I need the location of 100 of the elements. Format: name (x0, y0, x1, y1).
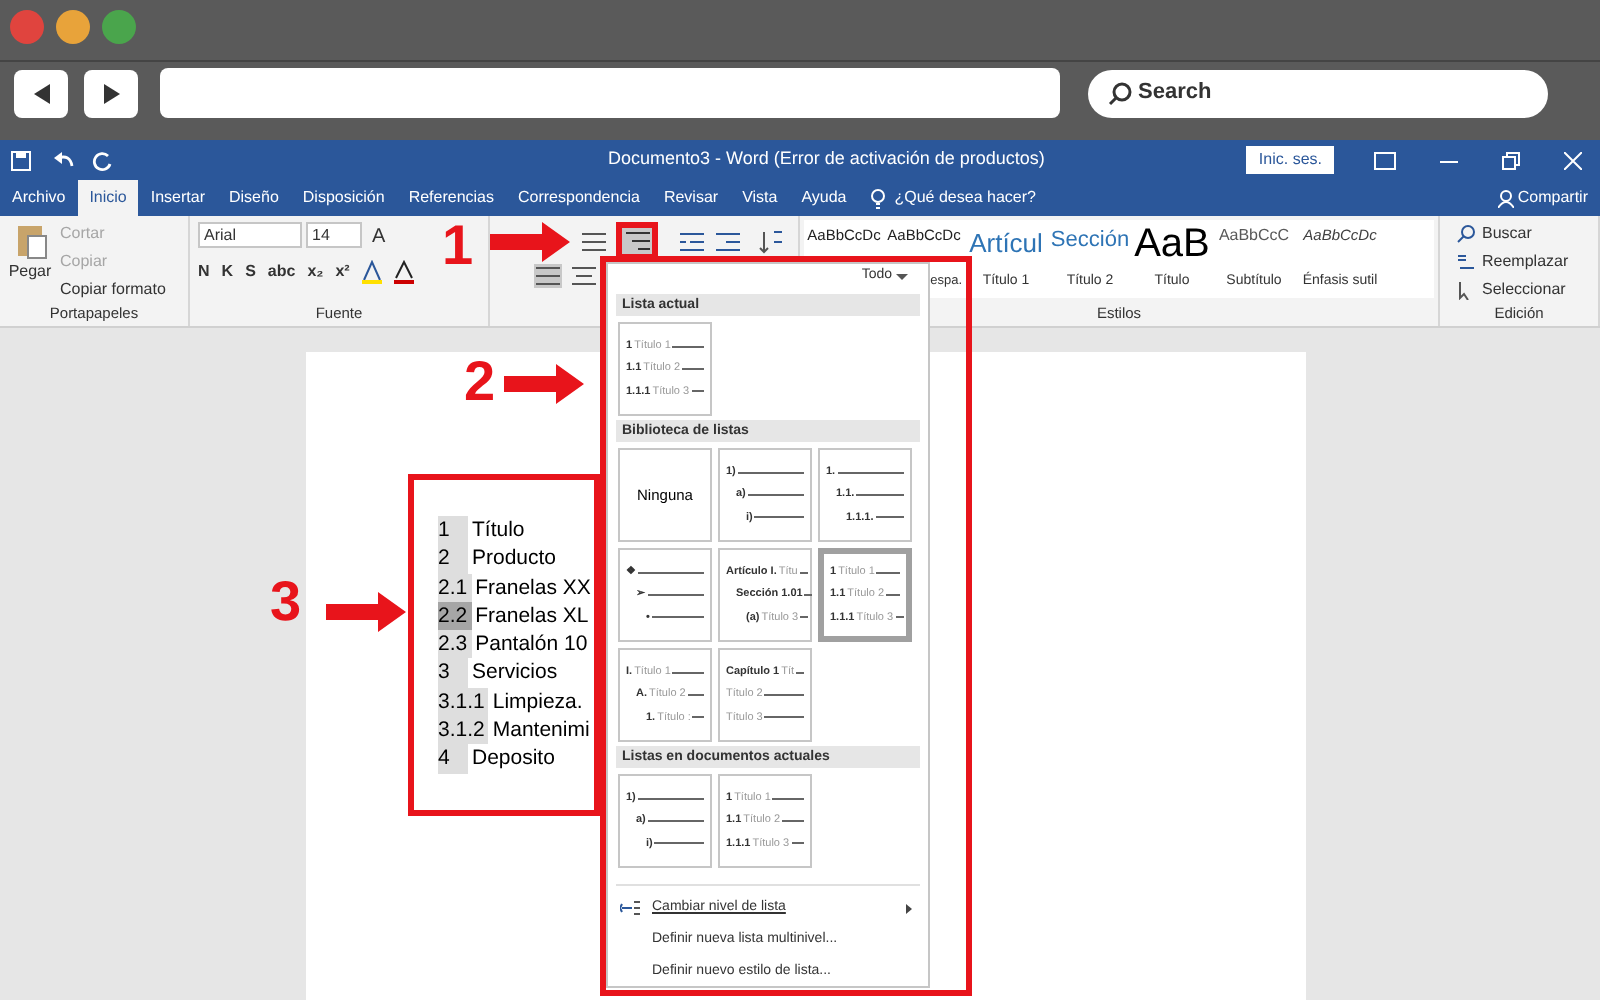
ribbon-tab[interactable]: Referencias (396, 180, 506, 216)
level-line (754, 516, 804, 519)
ribbon-tab[interactable]: Vista (730, 180, 790, 216)
list-text: Pantalón 10 (475, 630, 588, 659)
tell-me-field[interactable]: ¿Qué desea hacer? (886, 180, 1044, 216)
close-icon[interactable] (1564, 151, 1582, 169)
format-button[interactable]: N (198, 260, 210, 284)
redo-icon[interactable] (92, 149, 114, 171)
level-line (772, 797, 804, 800)
list-number: 2.2 (438, 601, 472, 631)
list-number: 2.3 (438, 630, 472, 659)
style-preview[interactable]: Sección (1050, 224, 1130, 257)
ribbon-tab[interactable]: Inicio (77, 180, 139, 216)
format-button[interactable]: x₂ (307, 260, 324, 284)
level-line (782, 820, 804, 822)
level-line (691, 390, 704, 393)
clipboard-command[interactable]: Copiar formato (60, 278, 166, 302)
decrease-indent-icon[interactable] (678, 229, 706, 253)
search-placeholder: Search (1138, 78, 1212, 109)
level-line (654, 842, 704, 845)
level-line (647, 820, 704, 822)
level-line (648, 594, 704, 596)
align-center-icon[interactable] (570, 264, 598, 288)
list-text: Franelas XL (475, 601, 589, 631)
level-line (875, 516, 904, 519)
format-button[interactable]: K (221, 260, 234, 284)
font-size-field[interactable]: 14 (306, 222, 362, 248)
list-text: Mantenimi (492, 716, 590, 745)
search-icon (1108, 81, 1132, 105)
caret-icon (896, 274, 908, 280)
search-field[interactable]: Search (1088, 69, 1548, 117)
person-icon (1497, 189, 1514, 207)
back-button[interactable] (14, 69, 68, 117)
align-left-icon[interactable] (534, 264, 562, 288)
ribbon-tab[interactable]: Diseño (217, 180, 291, 216)
multilevel-list-icon (625, 232, 649, 250)
ribbon-tab[interactable]: Insertar (138, 180, 217, 216)
style-preview[interactable]: Artícul (969, 224, 1043, 263)
highlight-icon[interactable] (361, 260, 382, 284)
submenu-arrow-icon (906, 903, 912, 913)
level-line (637, 797, 704, 800)
annotation-arrow (504, 364, 584, 404)
bullets-icon[interactable] (580, 229, 608, 253)
level-line (886, 594, 900, 596)
clipboard-icon (13, 222, 47, 260)
grow-font-button[interactable]: A (372, 222, 386, 252)
restore-icon[interactable] (1502, 151, 1520, 169)
window-title: Documento3 - Word (Error de activación de productos) (608, 146, 1045, 173)
paste-button[interactable]: Pegar (8, 222, 52, 302)
step-number: 3 (270, 572, 302, 632)
annotation-arrow (326, 592, 406, 632)
list-number: 1 (438, 516, 468, 545)
list-number: 3.1.2 (438, 716, 489, 745)
list-number: 4 (438, 744, 468, 774)
right-arrow-icon (101, 83, 121, 103)
sign-in-button[interactable]: Inic. ses. (1246, 146, 1334, 174)
replace-icon (1456, 252, 1476, 272)
level-line (687, 694, 704, 696)
ribbon-tab[interactable]: Correspondencia (506, 180, 652, 216)
style-preview[interactable]: AaB (1134, 224, 1210, 264)
list-text: Producto (472, 544, 557, 574)
format-button[interactable]: x² (335, 260, 350, 284)
editing-command[interactable]: Reemplazar (1456, 250, 1569, 274)
level-line (638, 571, 704, 574)
left-arrow-icon (31, 83, 51, 103)
list-number: 2.1 (438, 573, 472, 602)
level-line (764, 694, 804, 696)
level-line (837, 471, 904, 474)
level-line (682, 368, 704, 370)
ribbon-tab[interactable]: Disposición (290, 180, 397, 216)
format-button[interactable]: S (245, 260, 256, 284)
annotation-arrow (490, 222, 570, 262)
editing-command[interactable]: Seleccionar (1456, 278, 1569, 302)
level-line (737, 471, 804, 474)
font-color-icon[interactable] (393, 260, 414, 284)
list-number: 3 (438, 658, 468, 688)
step-number: 2 (464, 352, 496, 412)
forward-button[interactable] (84, 69, 138, 117)
level-line (764, 716, 804, 719)
list-text: Franelas XX (475, 573, 591, 602)
sort-icon[interactable] (758, 229, 786, 253)
style-preview[interactable]: AaBbCcC (1218, 224, 1290, 248)
ribbon-tab[interactable]: Ayuda (789, 180, 859, 216)
level-line (651, 616, 704, 619)
format-button[interactable]: abc (267, 260, 296, 284)
ribbon-display-icon[interactable] (1374, 151, 1396, 169)
lightbulb-icon (870, 188, 887, 210)
level-line (672, 345, 704, 348)
level-line (672, 671, 704, 674)
minimize-window-icon[interactable] (56, 10, 90, 44)
font-name-field[interactable]: Arial (198, 222, 302, 248)
list-text: Título (472, 516, 525, 545)
ribbon-tab[interactable]: Revisar (651, 180, 731, 216)
ribbon-tab[interactable]: Archivo (0, 180, 78, 216)
list-text: Limpieza. (492, 687, 583, 717)
save-icon[interactable] (10, 149, 32, 171)
editing-command[interactable]: Buscar (1456, 222, 1569, 246)
undo-icon[interactable] (52, 149, 76, 171)
share-button[interactable]: Compartir (1497, 180, 1588, 216)
increase-indent-icon[interactable] (714, 229, 742, 253)
